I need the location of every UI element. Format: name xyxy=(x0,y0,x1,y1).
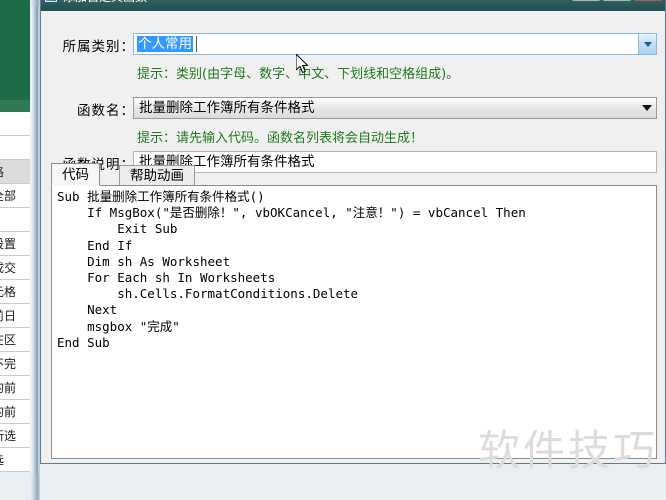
excel-cell-text: 元格 xyxy=(0,285,17,299)
tab-help-animation[interactable]: 帮助动画 xyxy=(119,165,195,185)
excel-icon xyxy=(45,0,57,2)
tabstrip: 代码 帮助动画 xyxy=(51,163,657,186)
excel-cell-text: 成交 xyxy=(0,261,17,275)
excel-cell-text: 的前 xyxy=(0,405,17,419)
chevron-down-icon xyxy=(642,105,652,111)
excel-row[interactable]: 不完 xyxy=(0,352,32,376)
window-controls xyxy=(571,0,663,1)
excel-cell-text: 设置 xyxy=(0,237,17,251)
excel-ribbon-area-secondary xyxy=(0,100,30,112)
category-selected-value: 个人常用 xyxy=(137,36,193,52)
excel-cell-grid[interactable]: 格全部设置成交元格前日在区不完的前的前新选选 xyxy=(0,112,32,500)
excel-row[interactable]: 在区 xyxy=(0,328,32,352)
excel-row[interactable]: 新选 xyxy=(0,424,32,448)
category-label: 所属类别： xyxy=(62,39,135,55)
excel-vertical-scrollbar[interactable] xyxy=(30,0,40,500)
excel-row[interactable]: 元格 xyxy=(0,280,32,304)
function-name-hint: 提示：请先输入代码。函数名列表将会自动生成！ xyxy=(137,131,424,146)
excel-cell-text: 格 xyxy=(0,160,4,183)
close-button[interactable] xyxy=(633,0,663,1)
excel-cell-text: 选 xyxy=(0,448,4,471)
text-caret xyxy=(196,36,197,52)
excel-cell-text: 的前 xyxy=(0,381,17,395)
function-name-value: 批量删除工作簿所有条件格式 xyxy=(139,100,315,116)
dialog-client-area: 所属类别： 个人常用 提示：类别(由字母、数字、中文、下划线和空格组成)。 函数… xyxy=(41,11,665,463)
watermark-text: 软件技巧 xyxy=(477,426,658,475)
excel-row[interactable]: 的前 xyxy=(0,376,32,400)
excel-cell-text: 全部 xyxy=(0,189,17,203)
excel-row[interactable]: 的前 xyxy=(0,400,32,424)
category-hint: 提示：类别(由字母、数字、中文、下划线和空格组成)。 xyxy=(137,67,460,82)
category-combobox[interactable]: 个人常用 xyxy=(133,33,657,55)
excel-row[interactable]: 格 xyxy=(0,160,32,184)
excel-cell-text: 新选 xyxy=(0,429,17,443)
excel-row[interactable]: 成交 xyxy=(0,256,32,280)
excel-cell-text: 在区 xyxy=(0,333,17,347)
scrollbar-thumb[interactable] xyxy=(31,6,39,476)
excel-row[interactable] xyxy=(0,208,32,232)
code-text[interactable]: Sub 批量删除工作簿所有条件格式() If MsgBox("是否删除！", v… xyxy=(57,189,526,351)
dialog-title: 添加自定义函数 xyxy=(63,0,147,5)
excel-ribbon-area xyxy=(0,0,30,100)
excel-row[interactable] xyxy=(0,136,32,160)
excel-row[interactable]: 设置 xyxy=(0,232,32,256)
excel-cell-text: 不完 xyxy=(0,357,17,371)
function-name-dropdown-button[interactable] xyxy=(638,98,656,118)
tab-code[interactable]: 代码 xyxy=(51,163,100,186)
function-name-combobox[interactable]: 批量删除工作簿所有条件格式 xyxy=(133,97,657,119)
excel-row[interactable] xyxy=(0,112,32,136)
dialog-titlebar[interactable]: 添加自定义函数 xyxy=(41,0,665,11)
add-custom-function-dialog: 添加自定义函数 所属类别： 个人常用 提示：类别(由字母、数字、中文、下划线和空… xyxy=(40,0,666,464)
minimize-button[interactable] xyxy=(571,0,601,1)
category-dropdown-button[interactable] xyxy=(638,34,656,54)
excel-row[interactable]: 选 xyxy=(0,448,32,472)
excel-row[interactable]: 全部 xyxy=(0,184,32,208)
maximize-button[interactable] xyxy=(602,0,632,1)
function-name-label: 函数名： xyxy=(77,103,135,119)
category-row: 所属类别： 个人常用 xyxy=(41,33,665,57)
chevron-down-icon xyxy=(644,42,652,47)
function-name-row: 函数名： 批量删除工作簿所有条件格式 xyxy=(41,97,665,121)
excel-cell-text: 前日 xyxy=(0,309,17,323)
excel-row[interactable]: 前日 xyxy=(0,304,32,328)
